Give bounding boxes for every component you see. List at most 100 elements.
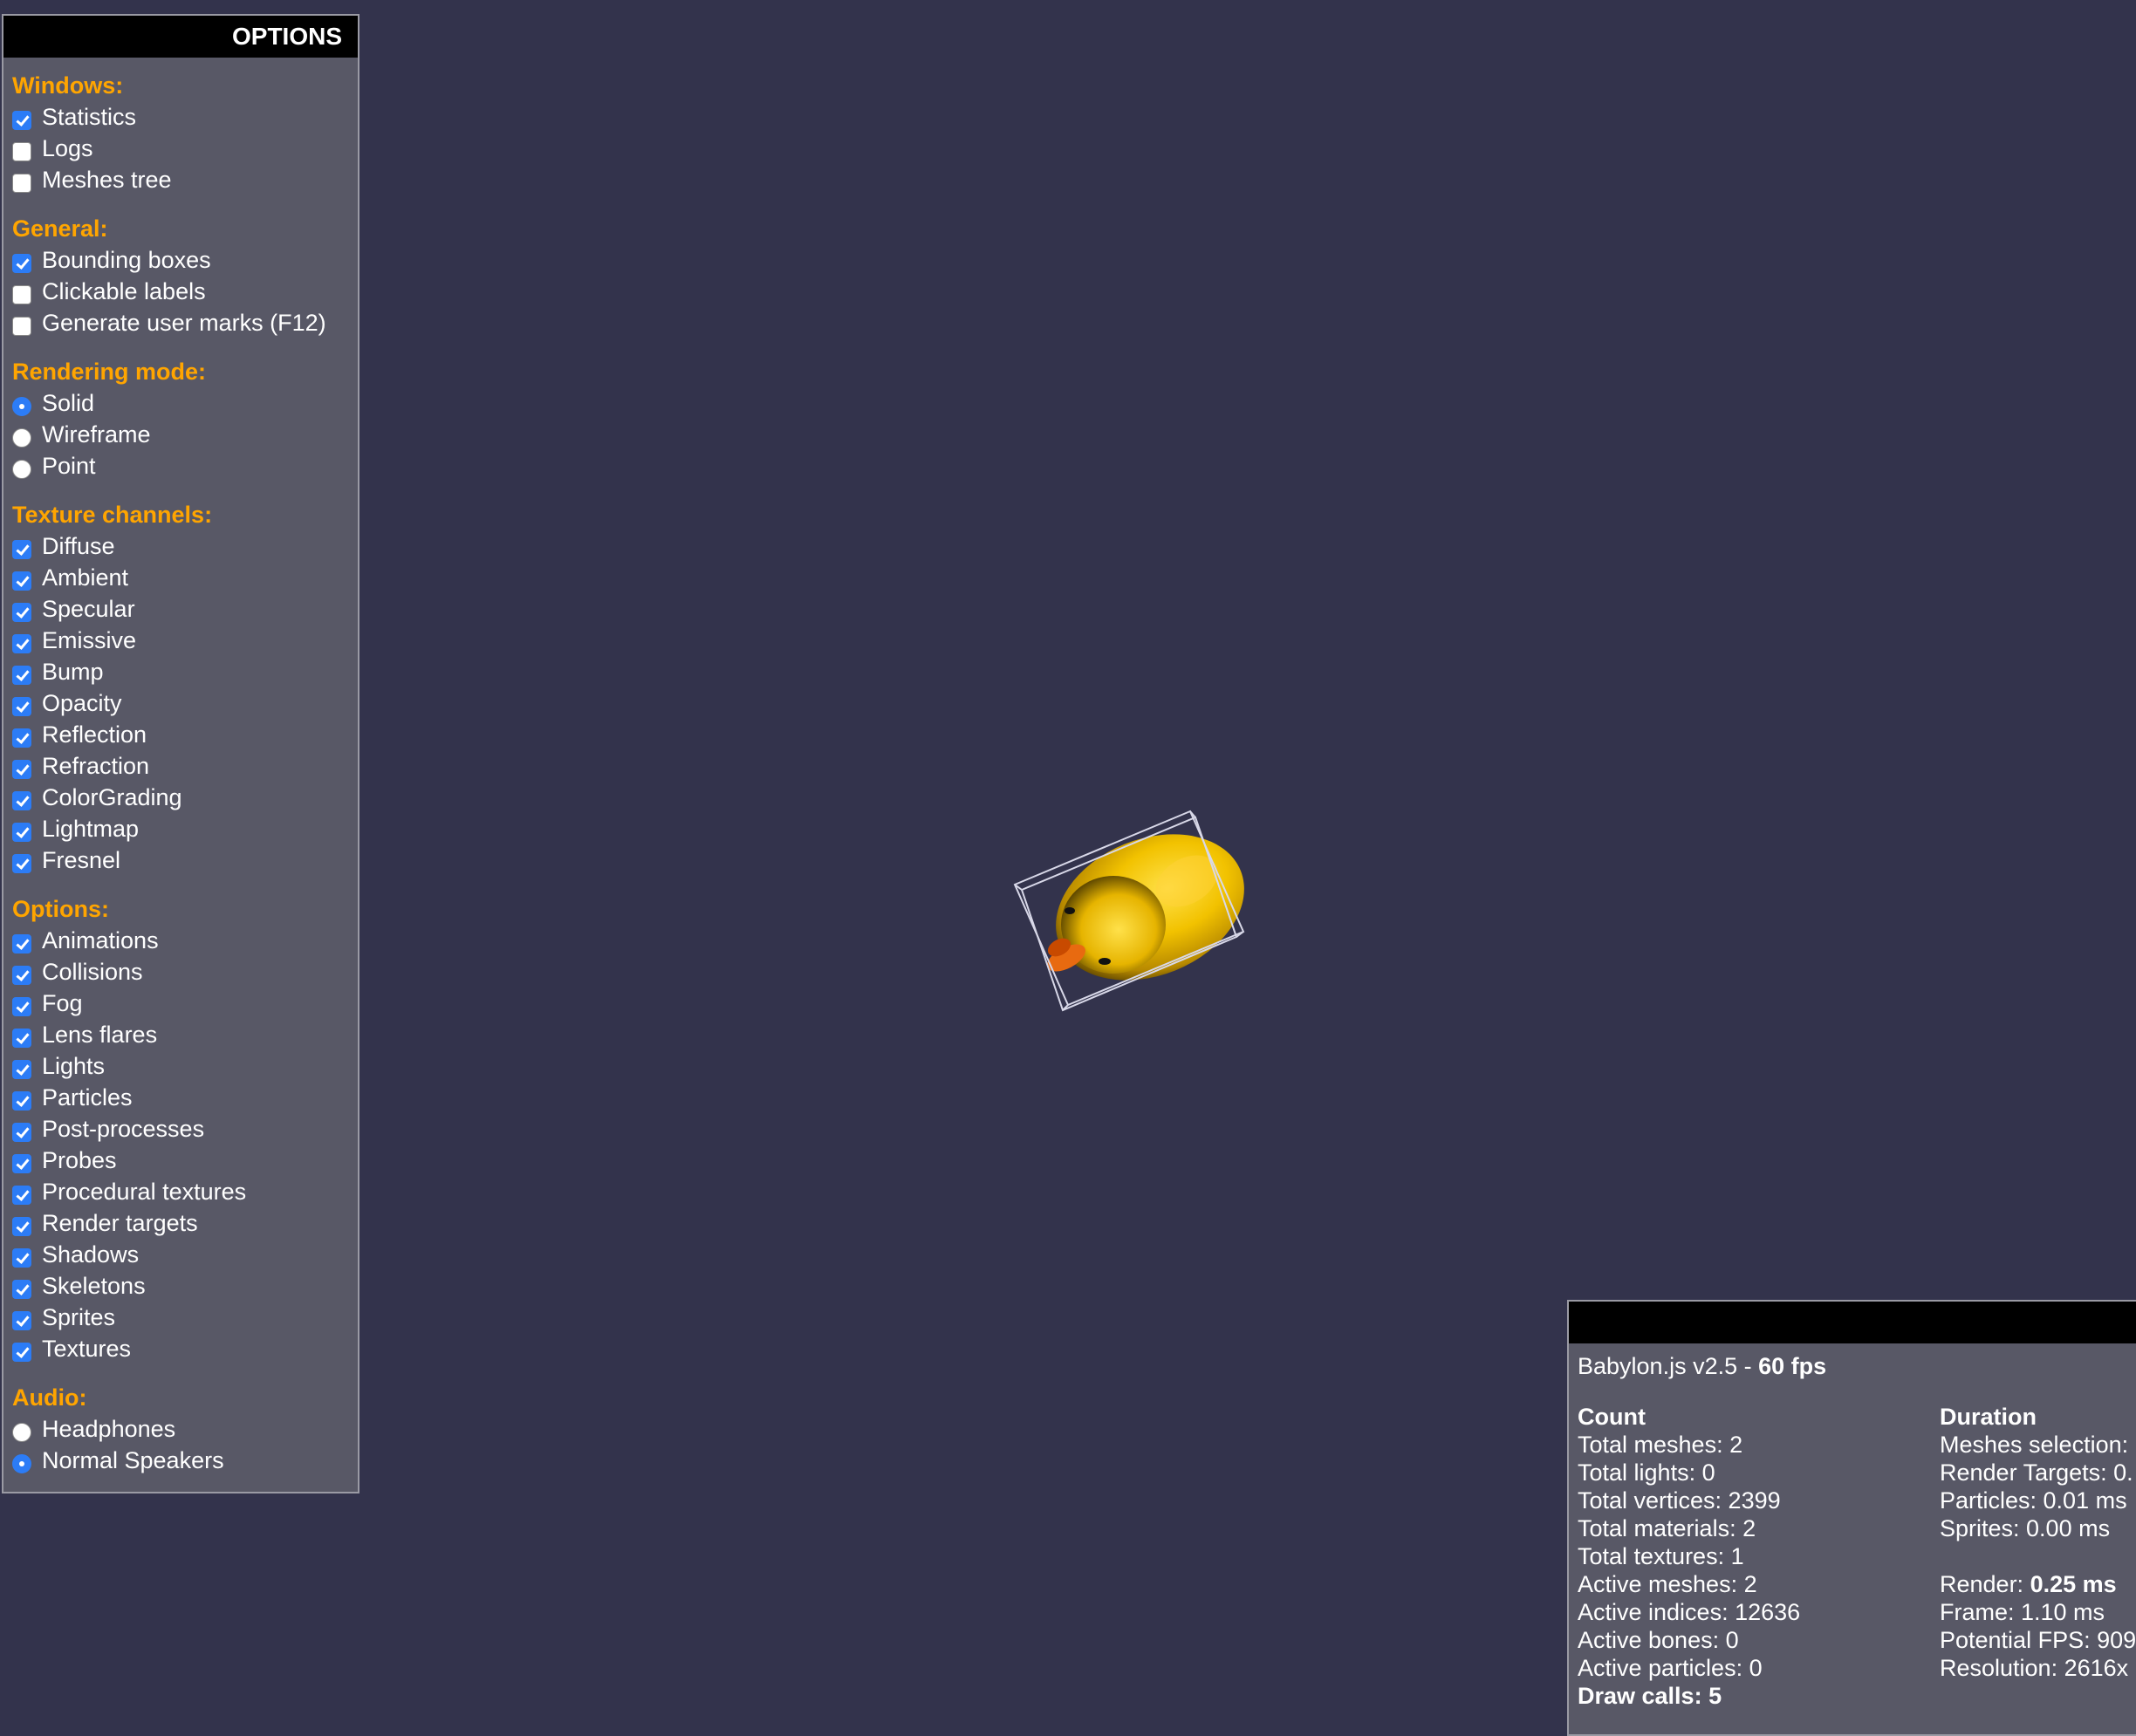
checkbox-clickable-labels[interactable]: [12, 285, 31, 304]
radio-point[interactable]: Point: [12, 448, 349, 480]
checkbox-lightmap[interactable]: Lightmap: [12, 811, 349, 843]
checkbox-bounding-boxes[interactable]: Bounding boxes: [12, 243, 349, 274]
checkbox-logs[interactable]: Logs: [12, 131, 349, 162]
checkbox-bump[interactable]: Bump: [12, 654, 349, 686]
checkbox-lightmap[interactable]: [12, 823, 31, 842]
radio-normal-speakers[interactable]: Normal Speakers: [12, 1443, 349, 1474]
checkbox-collisions[interactable]: Collisions: [12, 954, 349, 986]
radio-solid[interactable]: Solid: [12, 386, 349, 417]
option-label: Reflection: [42, 721, 147, 748]
checkbox-logs[interactable]: [12, 142, 31, 161]
checkbox-shadows[interactable]: [12, 1248, 31, 1268]
duration-stat: Frame: 1.10 ms: [1940, 1599, 2105, 1625]
option-label: Procedural textures: [42, 1179, 247, 1205]
version-text: Babylon.js v2.5 -: [1578, 1353, 1759, 1379]
checkbox-diffuse[interactable]: Diffuse: [12, 529, 349, 560]
group-title-general: General:: [12, 215, 108, 242]
radio-wireframe[interactable]: Wireframe: [12, 417, 349, 448]
checkbox-textures[interactable]: [12, 1343, 31, 1362]
option-label: Shadows: [42, 1241, 140, 1268]
checkbox-generate-user-marks-f12[interactable]: Generate user marks (F12): [12, 305, 349, 337]
count-stat: Total materials: 2: [1578, 1515, 1756, 1541]
checkbox-textures[interactable]: Textures: [12, 1331, 349, 1363]
checkbox-bounding-boxes[interactable]: [12, 254, 31, 273]
checkbox-post-processes[interactable]: Post-processes: [12, 1111, 349, 1143]
options-panel-title: OPTIONS: [3, 16, 358, 58]
checkbox-statistics[interactable]: Statistics: [12, 99, 349, 131]
checkbox-render-targets[interactable]: Render targets: [12, 1206, 349, 1237]
checkbox-diffuse[interactable]: [12, 540, 31, 559]
statistics-panel: S Babylon.js v2.5 - 60 fps Count Total m…: [1567, 1300, 2136, 1736]
checkbox-bump[interactable]: [12, 666, 31, 685]
options-panel: OPTIONS Windows: Statistics Logs Meshes tre…: [2, 14, 359, 1493]
option-label: Ambient: [42, 564, 129, 591]
checkbox-opacity[interactable]: [12, 697, 31, 716]
option-label: Collisions: [42, 959, 143, 985]
checkbox-shadows[interactable]: Shadows: [12, 1237, 349, 1268]
checkbox-colorgrading[interactable]: ColorGrading: [12, 780, 349, 811]
checkbox-emissive[interactable]: Emissive: [12, 623, 349, 654]
checkbox-meshes-tree[interactable]: Meshes tree: [12, 162, 349, 194]
option-label: Headphones: [42, 1416, 176, 1442]
checkbox-skeletons[interactable]: Skeletons: [12, 1268, 349, 1300]
option-label: Lens flares: [42, 1022, 158, 1048]
option-label: Wireframe: [42, 421, 151, 448]
radio-headphones[interactable]: Headphones: [12, 1411, 349, 1443]
checkbox-fog[interactable]: Fog: [12, 986, 349, 1017]
checkbox-particles[interactable]: Particles: [12, 1080, 349, 1111]
duration-stat: Meshes selection:: [1940, 1432, 2129, 1458]
render-value: 0.25 ms: [2030, 1571, 2117, 1597]
option-label: Specular: [42, 596, 135, 622]
checkbox-fresnel[interactable]: [12, 854, 31, 873]
option-label: Generate user marks (F12): [42, 310, 326, 336]
checkbox-clickable-labels[interactable]: Clickable labels: [12, 274, 349, 305]
checkbox-statistics[interactable]: [12, 111, 31, 130]
checkbox-procedural-textures[interactable]: [12, 1186, 31, 1205]
checkbox-sprites[interactable]: [12, 1311, 31, 1330]
checkbox-lights[interactable]: [12, 1060, 31, 1079]
radio-button-headphones[interactable]: [12, 1423, 31, 1442]
checkbox-emissive[interactable]: [12, 634, 31, 653]
checkbox-probes[interactable]: Probes: [12, 1143, 349, 1174]
checkbox-procedural-textures[interactable]: Procedural textures: [12, 1174, 349, 1206]
checkbox-lens-flares[interactable]: [12, 1029, 31, 1048]
checkbox-generate-user-marks-f12[interactable]: [12, 317, 31, 336]
count-stat: Active bones: 0: [1578, 1627, 1739, 1653]
option-label: Sprites: [42, 1304, 116, 1330]
checkbox-lights[interactable]: Lights: [12, 1049, 349, 1080]
rubber-duck[interactable]: [1034, 808, 1266, 1008]
group-title-windows: Windows:: [12, 72, 124, 99]
checkbox-fresnel[interactable]: Fresnel: [12, 843, 349, 874]
checkbox-skeletons[interactable]: [12, 1280, 31, 1299]
checkbox-sprites[interactable]: Sprites: [12, 1300, 349, 1331]
checkbox-animations[interactable]: [12, 934, 31, 953]
render-label: Render:: [1940, 1571, 2030, 1597]
radio-button-wireframe[interactable]: [12, 428, 31, 448]
count-stat: Active meshes: 2: [1578, 1571, 1757, 1597]
checkbox-refraction[interactable]: Refraction: [12, 748, 349, 780]
duration-stat: Particles: 0.01 ms: [1940, 1487, 2127, 1514]
checkbox-lens-flares[interactable]: Lens flares: [12, 1017, 349, 1049]
radio-button-solid[interactable]: [12, 397, 31, 416]
checkbox-refraction[interactable]: [12, 760, 31, 779]
option-label: Refraction: [42, 753, 150, 779]
checkbox-opacity[interactable]: Opacity: [12, 686, 349, 717]
checkbox-reflection[interactable]: Reflection: [12, 717, 349, 748]
checkbox-specular[interactable]: [12, 603, 31, 622]
checkbox-ambient[interactable]: [12, 571, 31, 591]
checkbox-post-processes[interactable]: [12, 1123, 31, 1142]
checkbox-fog[interactable]: [12, 997, 31, 1016]
checkbox-specular[interactable]: Specular: [12, 591, 349, 623]
radio-button-normal-speakers[interactable]: [12, 1454, 31, 1473]
checkbox-meshes-tree[interactable]: [12, 174, 31, 193]
checkbox-render-targets[interactable]: [12, 1217, 31, 1236]
radio-button-point[interactable]: [12, 460, 31, 479]
checkbox-animations[interactable]: Animations: [12, 923, 349, 954]
checkbox-ambient[interactable]: Ambient: [12, 560, 349, 591]
checkbox-reflection[interactable]: [12, 728, 31, 748]
checkbox-collisions[interactable]: [12, 966, 31, 985]
checkbox-probes[interactable]: [12, 1154, 31, 1173]
checkbox-colorgrading[interactable]: [12, 791, 31, 810]
option-label: Particles: [42, 1084, 133, 1111]
checkbox-particles[interactable]: [12, 1091, 31, 1111]
